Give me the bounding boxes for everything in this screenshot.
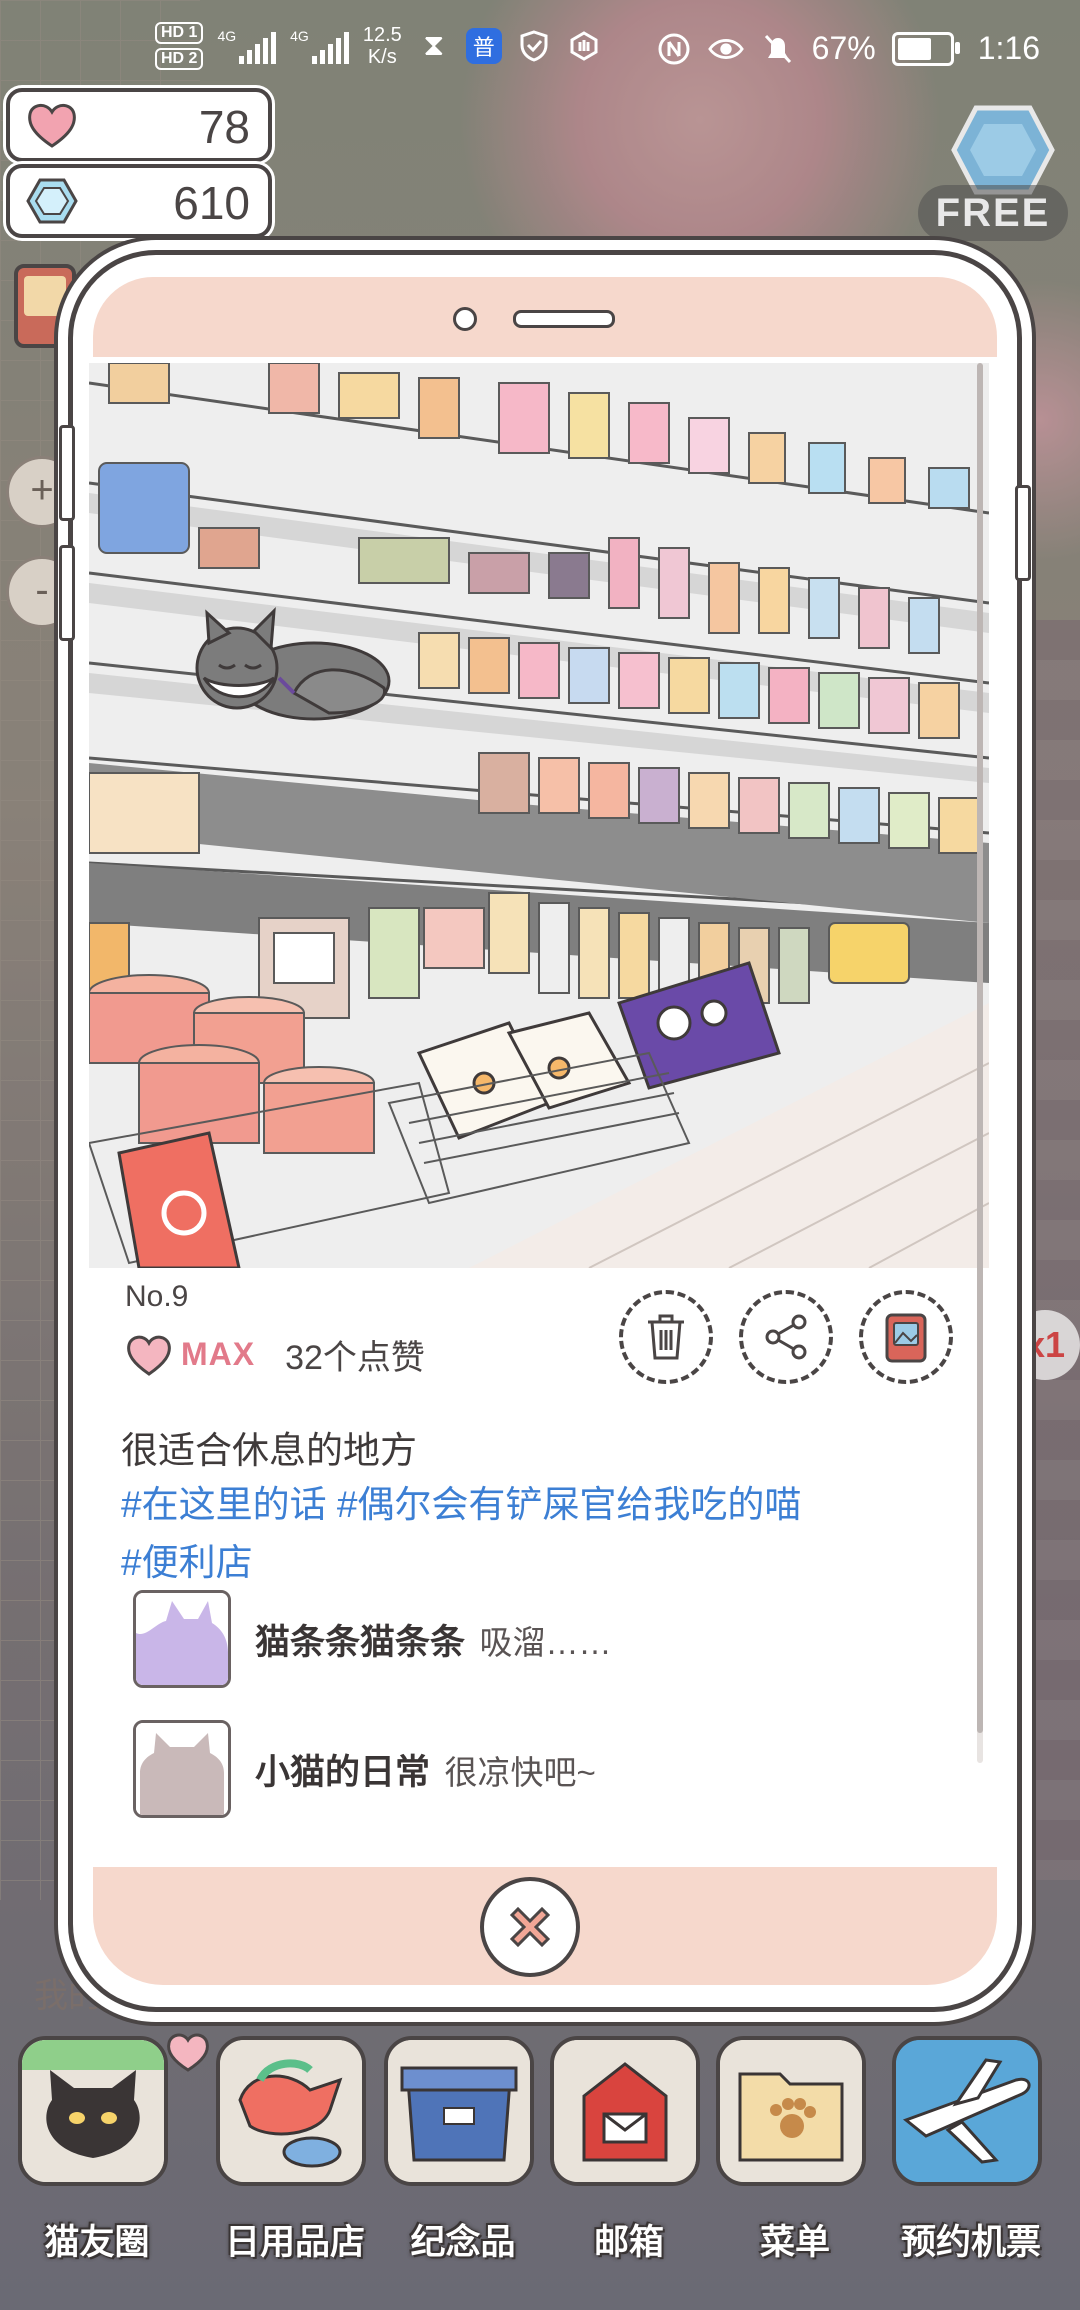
photo-phone-modal: No.9 MAX 32个点赞 很适合休息的地方 #在这里的话 #偶尔会有铲屎官给…: [59, 250, 1031, 2012]
dock-label: 纪念品: [410, 2223, 516, 2262]
gems-counter[interactable]: 610: [6, 164, 272, 238]
comment-item: 小猫的日常 很凉快吧~: [133, 1720, 596, 1818]
hearts-counter[interactable]: 78: [6, 88, 272, 162]
battery-icon: [891, 31, 960, 66]
comment-user[interactable]: 小猫的日常: [255, 1753, 430, 1792]
dock-label: 邮箱: [593, 2223, 664, 2262]
net2-label: 4G: [290, 28, 309, 44]
phone-side-button: [59, 545, 75, 641]
airplane-ticket-icon: [892, 2036, 1042, 2186]
net1-label: 4G: [217, 28, 237, 44]
mailbox-icon: [550, 2036, 700, 2186]
delete-button[interactable]: [619, 1290, 713, 1384]
comment-user[interactable]: 猫条条猫条条: [255, 1623, 465, 1662]
phone-top-bezel: [93, 277, 997, 357]
signal-icon-2: 4G: [290, 28, 349, 64]
eye-icon: [707, 31, 744, 67]
hourglass-icon: ⧗: [423, 29, 445, 62]
battery-percent: 67%: [811, 30, 876, 66]
signal-icon: 4G: [217, 28, 277, 64]
dock-item-cat-friends[interactable]: 猫友圈: [12, 2030, 172, 2290]
avatar: [133, 1720, 231, 1818]
hashtag[interactable]: #便利店: [121, 1542, 253, 1583]
gems-value: 610: [173, 177, 250, 229]
hashtag[interactable]: #在这里的话: [121, 1484, 327, 1525]
gem-icon: [26, 178, 78, 224]
hd-indicator: HD 1 HD 2: [155, 22, 204, 70]
comment-text: 很凉快吧~: [444, 1753, 596, 1791]
dock-label: 预约机票: [900, 2223, 1041, 2262]
bottom-dock: 猫友圈 日用品店 纪念品 邮箱 菜单 预约机票: [0, 2030, 1080, 2310]
camera-icon: [453, 307, 477, 331]
shield-icon: [516, 28, 552, 64]
album-button[interactable]: [859, 1290, 953, 1384]
speaker-icon: [513, 310, 615, 328]
post-number: No.9: [125, 1280, 189, 1313]
likes-row: MAX 32个点赞: [123, 1330, 425, 1379]
phone-bottom-bezel: [93, 1867, 997, 1985]
avatar: [133, 1590, 231, 1688]
cat-friends-icon: [18, 2036, 168, 2186]
clock: 1:16: [977, 30, 1040, 66]
app-icon: 普: [465, 28, 502, 64]
net-speed: 12.5 K/s: [363, 24, 402, 68]
dock-label: 菜单: [759, 2223, 830, 2262]
notification-heart-icon: [167, 2033, 209, 2072]
heart-icon: [127, 1335, 171, 1376]
hearts-value: 78: [198, 101, 250, 153]
speed-unit: K/s: [367, 46, 397, 68]
hand-icon: [566, 28, 602, 64]
hashtag[interactable]: #偶尔会有铲屎官给我吃的喵: [337, 1484, 802, 1525]
comment-text: 吸溜……: [479, 1623, 612, 1661]
post-scrollbar[interactable]: [977, 363, 983, 1763]
dock-item-mailbox[interactable]: 邮箱: [544, 2030, 704, 2290]
like-level: MAX: [181, 1336, 256, 1372]
speed-value: 12.5: [362, 24, 402, 46]
heart-icon: [28, 104, 76, 148]
nfc-icon: [656, 31, 692, 67]
close-button[interactable]: [480, 1877, 580, 1977]
album-icon: [885, 1313, 927, 1363]
hd1-label: HD 1: [155, 22, 204, 44]
scrollbar-thumb[interactable]: [977, 363, 983, 1733]
dock-item-flight-booking[interactable]: 预约机票: [886, 2030, 1046, 2290]
dock-label: 日用品店: [224, 2223, 365, 2262]
dock-item-goods-store[interactable]: 日用品店: [210, 2030, 370, 2290]
post-caption: 很适合休息的地方: [121, 1430, 417, 1471]
free-label[interactable]: FREE: [918, 185, 1068, 241]
phone-side-button: [59, 425, 75, 521]
share-button[interactable]: [739, 1290, 833, 1384]
dock-label: 猫友圈: [44, 2223, 150, 2262]
post-hashtags: #在这里的话 #偶尔会有铲屎官给我吃的喵 #便利店: [121, 1476, 941, 1592]
goods-store-icon: [216, 2036, 366, 2186]
mute-bell-icon: [760, 31, 796, 67]
hd2-label: HD 2: [155, 48, 204, 70]
like-count: 32个点赞: [285, 1339, 425, 1377]
phone-screen[interactable]: No.9 MAX 32个点赞 很适合休息的地方 #在这里的话 #偶尔会有铲屎官给…: [89, 363, 989, 1859]
comment-item: 猫条条猫条条 吸溜……: [133, 1590, 611, 1688]
trash-icon: [648, 1314, 684, 1360]
post-photo: [89, 363, 989, 1268]
menu-folder-icon: [716, 2036, 866, 2186]
close-icon: [509, 1906, 551, 1948]
souvenir-box-icon: [384, 2036, 534, 2186]
share-icon: [765, 1314, 807, 1360]
phone-side-button: [1015, 485, 1031, 581]
dock-item-souvenir[interactable]: 纪念品: [378, 2030, 538, 2290]
dock-item-menu[interactable]: 菜单: [710, 2030, 870, 2290]
